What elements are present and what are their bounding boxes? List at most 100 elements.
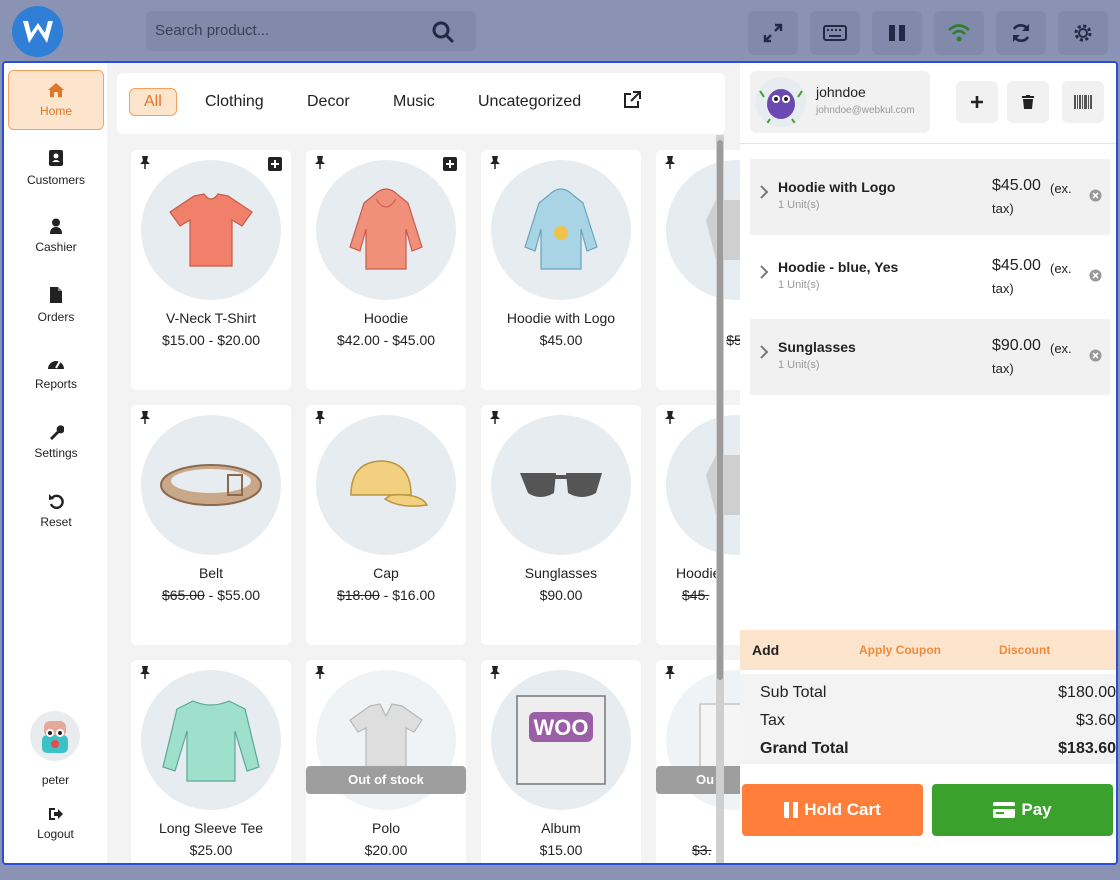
search-box[interactable]: Search product... <box>146 11 476 51</box>
category-music[interactable]: Music <box>393 93 435 111</box>
product-image <box>141 160 281 300</box>
sidebar-item-home[interactable]: Home <box>8 70 104 130</box>
product-card[interactable]: Long Sleeve Tee $25.00 <box>131 660 291 863</box>
sidebar-item-cashier[interactable]: Cashier <box>8 206 104 266</box>
product-card[interactable]: Hoodie with Logo $45.00 <box>481 150 641 390</box>
chevron-right-icon[interactable] <box>760 185 768 199</box>
category-uncategorized[interactable]: Uncategorized <box>478 93 581 111</box>
wifi-button[interactable] <box>934 11 984 55</box>
remove-item-icon[interactable] <box>1089 269 1102 282</box>
category-clothing[interactable]: Clothing <box>205 93 264 111</box>
pin-icon[interactable] <box>313 155 327 169</box>
logout-button[interactable]: Logout <box>4 807 107 841</box>
hold-cart-button[interactable]: Hold Cart <box>742 784 923 836</box>
add-variant-icon[interactable] <box>443 157 457 171</box>
sidebar-item-reports[interactable]: Reports <box>8 343 104 403</box>
product-price: $90.00 <box>539 587 583 603</box>
external-link-icon[interactable] <box>623 91 641 109</box>
scrollbar-thumb[interactable] <box>717 140 723 680</box>
add-customer-button[interactable] <box>956 81 998 123</box>
sidebar-item-label: Orders <box>37 310 75 324</box>
sidebar-item-settings[interactable]: Settings <box>8 412 104 472</box>
sync-button[interactable] <box>996 11 1046 55</box>
cart-item-name: Hoodie - blue, Yes <box>778 259 899 275</box>
add-variant-icon[interactable] <box>268 157 282 171</box>
customer-avatar <box>756 77 806 127</box>
pin-icon[interactable] <box>138 155 152 169</box>
product-card[interactable]: Belt $65.00 - $55.00 <box>131 405 291 645</box>
category-all[interactable]: All <box>129 88 177 116</box>
pin-icon[interactable] <box>488 410 502 424</box>
product-card[interactable]: WOO Album $15.00 <box>481 660 641 863</box>
sale-price: - $55.00 <box>208 587 261 603</box>
pin-icon[interactable] <box>313 410 327 424</box>
pay-button[interactable]: Pay <box>932 784 1113 836</box>
subtotal-row: Sub Total $180.00 <box>760 684 1116 702</box>
pause-button[interactable] <box>872 11 922 55</box>
keyboard-button[interactable] <box>810 11 860 55</box>
product-image <box>141 670 281 810</box>
cart-line[interactable]: Sunglasses 1 Unit(s) $90.00 (ex. tax) <box>750 319 1110 395</box>
remove-item-icon[interactable] <box>1089 349 1102 362</box>
remove-item-icon[interactable] <box>1089 189 1102 202</box>
cart-actions-bar: Add Apply Coupon Discount <box>740 630 1116 670</box>
fullscreen-button[interactable] <box>748 11 798 55</box>
pin-icon[interactable] <box>663 410 677 424</box>
product-price: $5. <box>656 332 740 348</box>
search-input[interactable]: Search product... <box>155 22 269 39</box>
pin-icon[interactable] <box>488 665 502 679</box>
pin-icon[interactable] <box>663 155 677 169</box>
sidebar-item-customers[interactable]: Customers <box>8 138 104 198</box>
clear-cart-button[interactable] <box>1007 81 1049 123</box>
cart-item-tax-note: tax) <box>992 201 1014 216</box>
product-card[interactable]: $5. <box>656 150 740 390</box>
sync-icon <box>1012 24 1030 42</box>
product-card[interactable]: Out of stock Polo $20.00 <box>306 660 466 863</box>
category-decor[interactable]: Decor <box>307 93 350 111</box>
product-card[interactable]: Sunglasses $90.00 <box>481 405 641 645</box>
settings-button[interactable] <box>1058 11 1108 55</box>
pin-icon[interactable] <box>663 665 677 679</box>
product-card[interactable]: Hoodie $45. <box>656 405 740 645</box>
wrench-icon <box>50 425 64 440</box>
pin-icon[interactable] <box>313 665 327 679</box>
cart-line[interactable]: Hoodie with Logo 1 Unit(s) $45.00 (ex. t… <box>750 159 1110 235</box>
sidebar-item-reset[interactable]: Reset <box>8 481 104 541</box>
top-bar: Search product... <box>0 0 1120 62</box>
product-price: $3. <box>656 842 740 858</box>
customer-card[interactable]: johndoe johndoe@webkul.com <box>750 71 930 133</box>
product-scrollbar[interactable] <box>716 135 724 863</box>
product-card[interactable]: Ou $3. <box>656 660 740 863</box>
pin-icon[interactable] <box>138 665 152 679</box>
product-card[interactable]: V-Neck T-Shirt $15.00 - $20.00 <box>131 150 291 390</box>
barcode-button[interactable] <box>1062 81 1104 123</box>
cart-item-units: 1 Unit(s) <box>778 279 820 291</box>
product-price: $15.00 <box>539 842 583 858</box>
logout-label: Logout <box>37 827 74 841</box>
product-card[interactable]: Cap $18.00 - $16.00 <box>306 405 466 645</box>
apply-coupon-button[interactable]: Apply Coupon <box>859 643 941 657</box>
discount-button[interactable]: Discount <box>999 643 1050 657</box>
user-icon <box>50 218 62 234</box>
sidebar-item-label: Settings <box>34 446 78 460</box>
pin-icon[interactable] <box>488 155 502 169</box>
monster-avatar-icon <box>759 89 803 126</box>
cart-item-name: Sunglasses <box>778 339 856 355</box>
category-bar: All Clothing Decor Music Uncategorized <box>117 73 725 134</box>
cart-line[interactable]: Hoodie - blue, Yes 1 Unit(s) $45.00 (ex.… <box>750 239 1110 315</box>
search-icon[interactable] <box>432 21 454 43</box>
product-card[interactable]: Hoodie $42.00 - $45.00 <box>306 150 466 390</box>
chevron-right-icon[interactable] <box>760 345 768 359</box>
logo-icon <box>22 20 53 43</box>
cart-item-tax-note: (ex. <box>1050 181 1072 196</box>
product-image <box>666 415 740 555</box>
pin-icon[interactable] <box>138 410 152 424</box>
chevron-right-icon[interactable] <box>760 265 768 279</box>
subtotal-label: Sub Total <box>760 684 827 701</box>
avatar[interactable] <box>30 711 80 761</box>
sidebar-item-orders[interactable]: Orders <box>8 275 104 335</box>
app-logo[interactable] <box>12 6 63 57</box>
tax-value: $3.60 <box>1075 712 1116 729</box>
cart-item-units: 1 Unit(s) <box>778 359 820 371</box>
old-price: $5. <box>726 332 740 348</box>
